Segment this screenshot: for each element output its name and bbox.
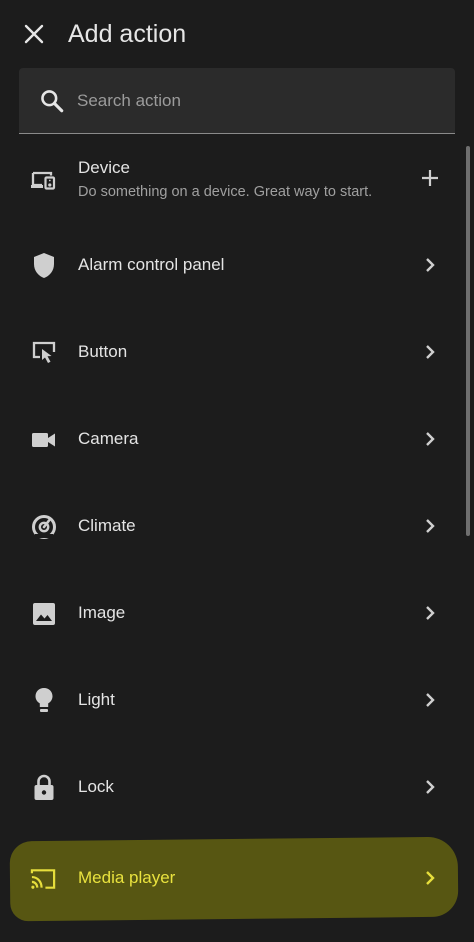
plus-icon[interactable] [418, 166, 442, 190]
chevron-right-icon [418, 866, 442, 890]
action-item-media-player[interactable]: Media player [0, 835, 466, 922]
action-item-climate[interactable]: Climate [0, 483, 466, 570]
action-item-label: Image [78, 603, 126, 622]
gesture-tap-button-icon [30, 339, 57, 366]
dialog-header: Add action [0, 0, 474, 68]
action-item-label: Lock [78, 777, 114, 796]
action-item-label: Device [78, 158, 130, 177]
chevron-right-icon [418, 688, 442, 712]
chevron-right-icon [418, 427, 442, 451]
cast-icon [30, 865, 57, 892]
search-input[interactable] [77, 86, 437, 116]
action-item-camera[interactable]: Camera [0, 396, 466, 483]
action-item-alarm-control-panel[interactable]: Alarm control panel [0, 222, 466, 309]
action-item-button[interactable]: Button [0, 309, 466, 396]
chevron-right-icon [418, 601, 442, 625]
close-icon [24, 24, 44, 44]
scrollbar[interactable] [466, 146, 470, 536]
chevron-right-icon [418, 253, 442, 277]
action-item-image[interactable]: Image [0, 570, 466, 657]
action-item-label: Light [78, 690, 115, 709]
chevron-right-icon [418, 340, 442, 364]
action-item-label: Alarm control panel [78, 255, 225, 274]
action-item-lock[interactable]: Lock [0, 744, 466, 831]
dialog-title: Add action [68, 20, 187, 48]
search-field[interactable] [19, 68, 455, 134]
lightbulb-icon [30, 687, 57, 714]
chevron-right-icon [418, 775, 442, 799]
action-item-label: Media player [78, 868, 176, 887]
image-icon [30, 600, 57, 627]
devices-icon [30, 166, 57, 193]
action-item-description: Do something on a device. Great way to s… [78, 184, 373, 200]
action-item-label: Button [78, 342, 128, 361]
action-item-label: Climate [78, 516, 136, 535]
lock-icon [30, 774, 57, 801]
action-item-label: Camera [78, 429, 139, 448]
search-icon [41, 90, 64, 113]
video-camera-icon [30, 426, 57, 453]
shield-icon [30, 252, 57, 279]
close-button[interactable] [18, 18, 50, 50]
action-item-light[interactable]: Light [0, 657, 466, 744]
action-item-device[interactable]: Device Do something on a device. Great w… [0, 135, 466, 222]
thermostat-icon [30, 513, 57, 540]
chevron-right-icon [418, 514, 442, 538]
